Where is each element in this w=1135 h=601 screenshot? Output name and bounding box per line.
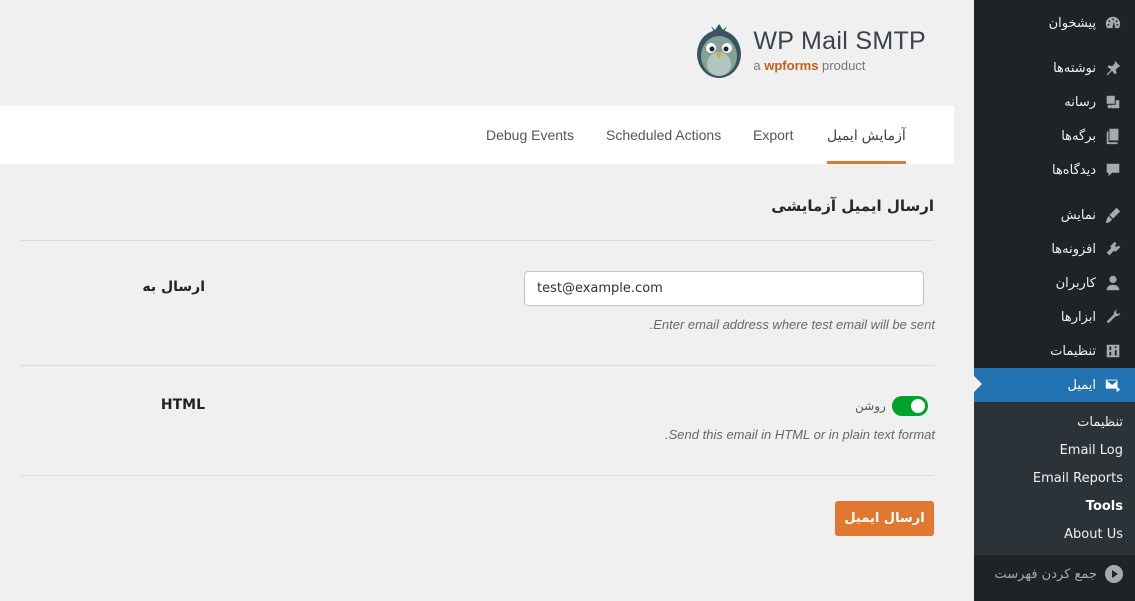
- divider: [20, 475, 934, 476]
- collapse-menu-button[interactable]: جمع کردن فهرست: [974, 555, 1135, 593]
- email-submenu: تنظیمات Email Log Email Reports Tools Ab…: [974, 402, 1135, 555]
- section-title: ارسال ایمیل آزمایشی: [771, 197, 934, 215]
- menu-label: رسانه: [1064, 94, 1096, 110]
- menu-label: ابزارها: [1060, 309, 1096, 325]
- menu-label: نمایش: [1060, 207, 1096, 223]
- tab-export[interactable]: Export: [753, 106, 793, 164]
- email-icon: [1103, 375, 1123, 395]
- menu-item-pages[interactable]: برگه‌ها: [974, 119, 1135, 153]
- menu-label: افزونه‌ها: [1051, 241, 1096, 257]
- send-to-label: ارسال به: [142, 279, 205, 295]
- menu-item-tools[interactable]: ابزارها: [974, 300, 1135, 334]
- admin-sidebar: پیشخوان نوشته‌ها رسانه برگه‌ها دیدگاه‌ها…: [974, 0, 1135, 601]
- menu-label: ایمیل: [1067, 377, 1096, 393]
- users-icon: [1103, 273, 1123, 293]
- tab-email-test[interactable]: آزمایش ایمیل: [827, 106, 906, 164]
- menu-item-media[interactable]: رسانه: [974, 85, 1135, 119]
- pigeon-mascot-icon: [697, 24, 742, 78]
- menu-item-settings[interactable]: تنظیمات: [974, 334, 1135, 368]
- wp-mail-smtp-logo: WP Mail SMTP a wpforms product: [695, 20, 926, 80]
- menu-label: برگه‌ها: [1061, 128, 1096, 144]
- menu-item-comments[interactable]: دیدگاه‌ها: [974, 153, 1135, 187]
- email-field-description: Enter email address where test email wil…: [649, 317, 935, 332]
- submenu-item-tools[interactable]: Tools: [974, 492, 1135, 520]
- menu-item-appearance[interactable]: نمایش: [974, 198, 1135, 232]
- submenu-item-email-reports[interactable]: Email Reports: [974, 464, 1135, 492]
- collapse-icon: [1105, 565, 1123, 583]
- pin-icon: [1103, 58, 1123, 78]
- brand-title: WP Mail SMTP: [753, 27, 926, 55]
- send-to-email-input[interactable]: [524, 271, 924, 306]
- settings-icon: [1103, 341, 1123, 361]
- tools-tabs: Debug Events Scheduled Actions Export آز…: [0, 106, 954, 164]
- menu-item-email[interactable]: ایمیل: [974, 368, 1135, 402]
- menu-item-dashboard[interactable]: پیشخوان: [974, 6, 1135, 40]
- toggle-state-text: روشن: [855, 399, 886, 413]
- menu-item-users[interactable]: کاربران: [974, 266, 1135, 300]
- divider: [20, 240, 934, 241]
- menu-label: پیشخوان: [1048, 15, 1096, 31]
- html-toggle-switch[interactable]: [891, 396, 928, 416]
- html-field-description: Send this email in HTML or in plain text…: [665, 427, 935, 442]
- tools-icon: [1103, 307, 1123, 327]
- brand-subtitle: a wpforms product: [753, 58, 866, 73]
- tab-scheduled-actions[interactable]: Scheduled Actions: [606, 106, 721, 164]
- tab-debug-events[interactable]: Debug Events: [486, 106, 574, 164]
- submenu-item-email-log[interactable]: Email Log: [974, 436, 1135, 464]
- wpforms-brand: wpforms: [764, 58, 819, 73]
- plugins-icon: [1103, 239, 1123, 259]
- pages-icon: [1103, 126, 1123, 146]
- menu-label: دیدگاه‌ها: [1051, 162, 1096, 178]
- send-email-button[interactable]: ارسال ایمیل: [835, 501, 934, 536]
- html-toggle-group: روشن: [855, 396, 928, 416]
- submenu-item-about-us[interactable]: About Us: [974, 520, 1135, 548]
- menu-label: نوشته‌ها: [1053, 60, 1096, 76]
- menu-item-plugins[interactable]: افزونه‌ها: [974, 232, 1135, 266]
- toggle-knob: [910, 399, 925, 413]
- menu-label: کاربران: [1055, 275, 1096, 291]
- divider: [20, 365, 934, 366]
- collapse-label: جمع کردن فهرست: [994, 566, 1097, 582]
- html-label: HTML: [160, 397, 205, 413]
- menu-item-posts[interactable]: نوشته‌ها: [974, 51, 1135, 85]
- comments-icon: [1103, 160, 1123, 180]
- dashboard-icon: [1103, 13, 1123, 33]
- submenu-item-settings[interactable]: تنظیمات: [974, 408, 1135, 436]
- appearance-icon: [1103, 205, 1123, 225]
- media-icon: [1103, 92, 1123, 112]
- menu-label: تنظیمات: [1050, 343, 1096, 359]
